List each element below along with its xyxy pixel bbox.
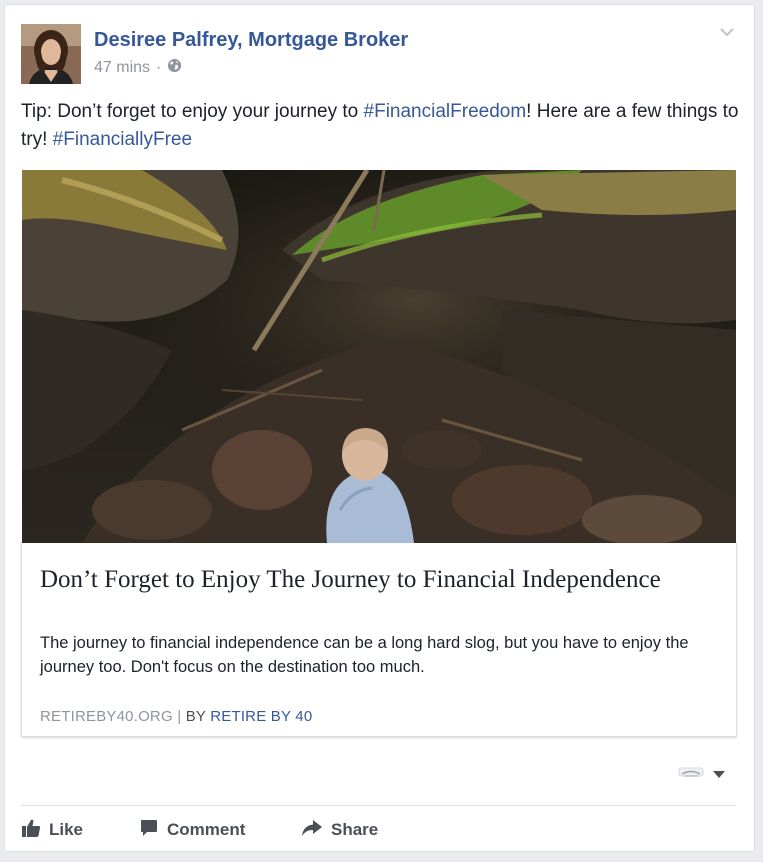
post-timestamp[interactable]: 47 mins bbox=[94, 59, 150, 77]
post-card: Desiree Palfrey, Mortgage Broker 47 mins… bbox=[4, 4, 755, 852]
link-author[interactable]: RETIRE BY 40 bbox=[210, 708, 312, 725]
post-meta: 47 mins · bbox=[94, 58, 182, 78]
link-title[interactable]: Don’t Forget to Enjoy The Journey to Fin… bbox=[40, 563, 720, 596]
link-source-pipe: | bbox=[177, 708, 182, 725]
share-arrow-icon bbox=[301, 818, 323, 843]
share-button[interactable]: Share bbox=[301, 818, 378, 843]
thumbs-up-icon bbox=[21, 818, 41, 843]
link-description: The journey to financial independence ca… bbox=[40, 634, 689, 676]
link-by-label: BY bbox=[185, 708, 206, 725]
like-button[interactable]: Like bbox=[21, 818, 139, 843]
meta-separator: · bbox=[156, 59, 162, 76]
link-preview-image[interactable] bbox=[22, 170, 736, 543]
link-preview[interactable]: Don’t Forget to Enjoy The Journey to Fin… bbox=[21, 542, 737, 737]
comment-button[interactable]: Comment bbox=[139, 818, 301, 843]
audience-selector[interactable] bbox=[678, 765, 726, 784]
comment-icon bbox=[139, 818, 159, 843]
author-name[interactable]: Desiree Palfrey, Mortgage Broker bbox=[94, 29, 408, 52]
share-label: Share bbox=[331, 820, 379, 839]
comment-label: Comment bbox=[167, 820, 246, 839]
globe-icon[interactable] bbox=[167, 58, 182, 78]
link-domain: RETIREBY40.ORG bbox=[40, 708, 173, 725]
caret-down-icon[interactable] bbox=[712, 766, 726, 784]
page-avatar-icon bbox=[678, 765, 704, 784]
hashtag-financially-free[interactable]: #FinanciallyFree bbox=[53, 129, 192, 150]
author-avatar[interactable] bbox=[21, 24, 81, 84]
post-actions: Like Comment Share bbox=[21, 815, 378, 845]
chevron-down-icon[interactable] bbox=[718, 23, 736, 41]
post-text: Tip: Don’t forget to enjoy your journey … bbox=[21, 98, 741, 154]
hashtag-financial-freedom[interactable]: #FinancialFreedom bbox=[364, 101, 527, 122]
actions-divider bbox=[21, 805, 736, 806]
like-label: Like bbox=[49, 820, 84, 839]
post-text-prefix: Tip: Don’t forget to enjoy your journey … bbox=[21, 101, 364, 122]
link-source: RETIREBY40.ORG | BY RETIRE BY 40 bbox=[40, 708, 312, 725]
